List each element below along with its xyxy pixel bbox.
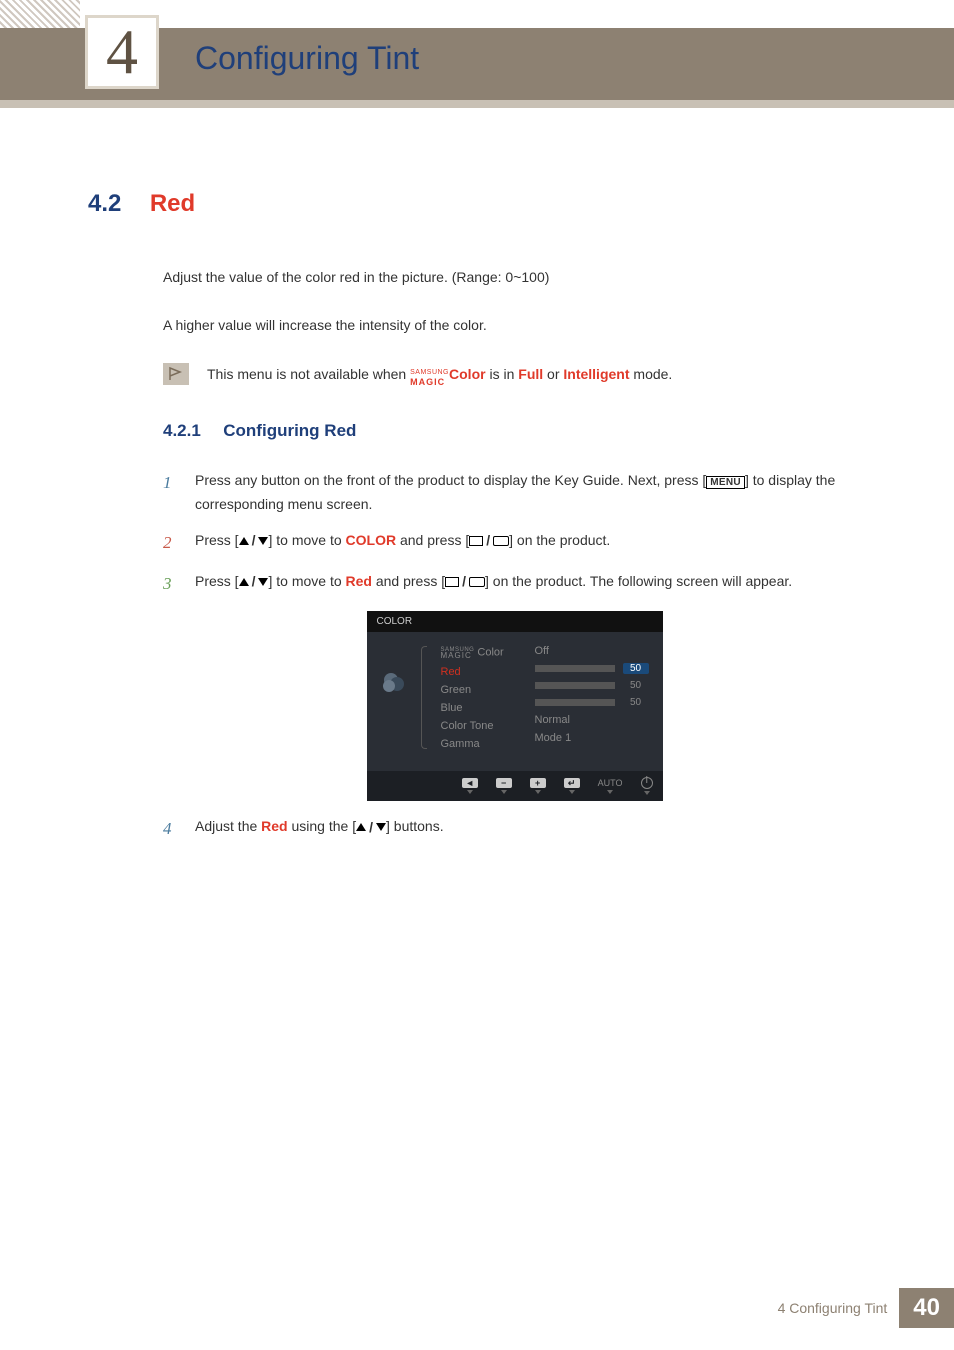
slider-blue-value: 50: [623, 697, 649, 708]
osd-item-magic-color: SAMSUNGMAGIC Color: [441, 642, 521, 663]
osd-footer-power-icon: [641, 777, 653, 795]
osd-category-icon: [381, 670, 407, 753]
chapter-number: 4: [106, 20, 138, 84]
osd-item-blue: Blue: [441, 699, 521, 717]
note-row: This menu is not available when SAMSUNGM…: [163, 363, 866, 386]
slider-blue: [535, 699, 615, 706]
footer-label: 4 Configuring Tint: [778, 1300, 888, 1316]
step-number: 1: [163, 469, 177, 517]
osd-item-green: Green: [441, 681, 521, 699]
slider-green: [535, 682, 615, 689]
step-text: Press any button on the front of the pro…: [195, 469, 866, 517]
slider-green-value: 50: [623, 680, 649, 691]
osd-item-color-tone: Color Tone: [441, 717, 521, 735]
step-text: Press [/] to move to COLOR and press [/]…: [195, 529, 610, 558]
menu-button-label: MENU: [706, 476, 745, 489]
step-number: 2: [163, 529, 177, 558]
osd-menu-items: SAMSUNGMAGIC Color Red Green Blue Color …: [441, 642, 521, 753]
osd-item-red: Red: [441, 663, 521, 681]
osd-title: COLOR: [367, 611, 663, 632]
osd-footer-back-icon: ◄: [462, 778, 478, 794]
step-1: 1 Press any button on the front of the p…: [163, 469, 866, 517]
subsection-number: 4.2.1: [163, 421, 201, 440]
osd-footer-enter-icon: ↵: [564, 778, 580, 794]
osd-footer-plus-icon: +: [530, 778, 546, 794]
samsung-magic-label: SAMSUNGMAGIC: [410, 365, 449, 386]
slider-red: [535, 665, 615, 672]
chapter-title: Configuring Tint: [195, 40, 419, 77]
osd-panel: COLOR SAMSUNGMAGIC Color Red Green Blue …: [367, 611, 663, 801]
step-number: 3: [163, 570, 177, 599]
step-4: 4 Adjust the Red using the [/] buttons.: [163, 815, 866, 844]
intro-line-1: Adjust the value of the color red in the…: [163, 266, 866, 288]
slider-red-value: 50: [623, 663, 649, 674]
subsection-heading: 4.2.1 Configuring Red: [163, 421, 866, 441]
osd-value-mode1: Mode 1: [535, 732, 572, 744]
select-enter-icon: /: [469, 529, 509, 553]
chapter-number-box: 4: [88, 18, 156, 86]
osd-item-gamma: Gamma: [441, 735, 521, 753]
step-3: 3 Press [/] to move to Red and press [/]…: [163, 570, 866, 599]
up-down-icon: /: [239, 529, 269, 553]
osd-footer-minus-icon: −: [496, 778, 512, 794]
osd-footer: ◄ − + ↵ AUTO: [367, 771, 663, 801]
page-footer: 4 Configuring Tint 40: [778, 1288, 954, 1328]
osd-value-off: Off: [535, 645, 549, 657]
section-number: 4.2: [88, 190, 121, 218]
step-text: Adjust the Red using the [/] buttons.: [195, 815, 444, 844]
osd-value-normal: Normal: [535, 714, 570, 726]
osd-values: Off 50 50 50 Normal Mode 1: [535, 642, 649, 753]
osd-bracket: [421, 646, 427, 749]
intro-line-2: A higher value will increase the intensi…: [163, 314, 866, 336]
step-2: 2 Press [/] to move to COLOR and press […: [163, 529, 866, 558]
subsection-title: Configuring Red: [223, 421, 356, 440]
osd-footer-auto: AUTO: [598, 778, 623, 794]
select-enter-icon: /: [445, 570, 485, 594]
up-down-icon: /: [356, 816, 386, 840]
note-text: This menu is not available when SAMSUNGM…: [207, 363, 672, 386]
note-icon: [163, 363, 189, 385]
up-down-icon: /: [239, 570, 269, 594]
section-heading: 4.2 Red: [88, 190, 866, 218]
footer-page-number: 40: [899, 1288, 954, 1328]
step-number: 4: [163, 815, 177, 844]
section-title: Red: [150, 190, 195, 217]
step-text: Press [/] to move to Red and press [/] o…: [195, 570, 792, 599]
